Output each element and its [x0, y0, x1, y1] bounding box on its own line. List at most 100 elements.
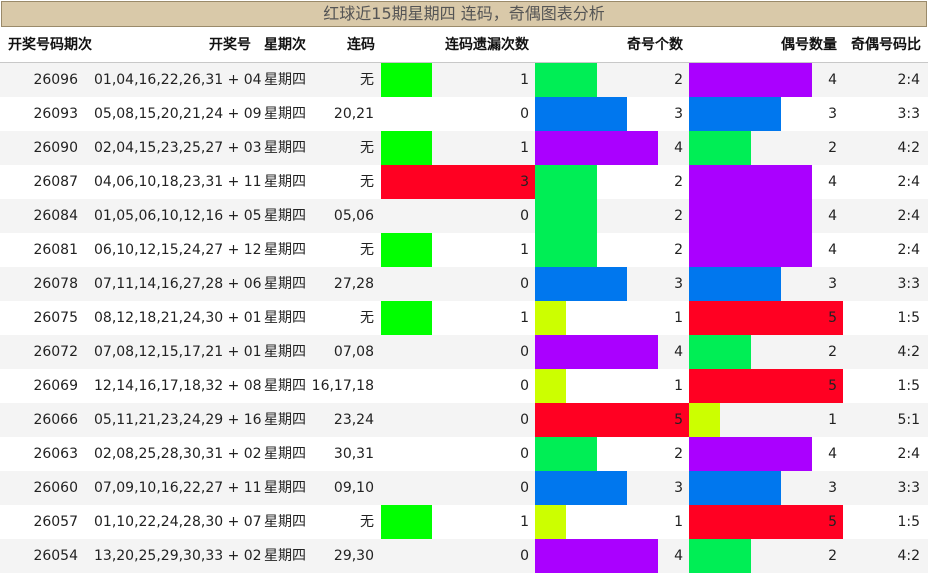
cell-lianma: 无 — [360, 72, 374, 88]
cell-even: 4 — [828, 208, 837, 224]
cell-lianma: 29,30 — [333, 548, 374, 564]
cell-numbers: 01,04,16,22,26,31 + 04 — [94, 72, 262, 88]
cell-ratio: 1:5 — [897, 378, 920, 394]
cell-ratio: 1:5 — [897, 310, 920, 326]
cell-odd: 5 — [674, 412, 683, 428]
cell-odd: 3 — [674, 106, 683, 122]
cell-numbers: 05,08,15,20,21,24 + 09 — [94, 106, 262, 122]
cell-ratio: 4:2 — [897, 548, 920, 564]
cell-odd: 2 — [674, 72, 683, 88]
header-qi: 开奖号码期次 — [8, 37, 92, 53]
cell-ratio: 1:5 — [897, 514, 920, 530]
table-row: 26093 05,08,15,20,21,24 + 09 星期四 20,21 0 3 3 3:… — [0, 97, 928, 131]
cell-qi: 26084 — [33, 208, 78, 224]
cell-miss: 0 — [520, 276, 529, 292]
cell-qi: 26087 — [33, 174, 78, 190]
cell-even: 2 — [828, 344, 837, 360]
cell-even: 4 — [828, 72, 837, 88]
cell-odd: 3 — [674, 276, 683, 292]
cell-numbers: 12,14,16,17,18,32 + 08 — [94, 378, 262, 394]
cell-qi: 26090 — [33, 140, 78, 156]
cell-lianma: 05,06 — [333, 208, 374, 224]
cell-ratio: 2:4 — [897, 242, 920, 258]
cell-lianma: 20,21 — [333, 106, 374, 122]
table-row: 26084 01,05,06,10,12,16 + 05 星期四 05,06 0 2 4 2:… — [0, 199, 928, 233]
cell-qi: 26054 — [33, 548, 78, 564]
cell-ratio: 2:4 — [897, 174, 920, 190]
cell-ratio: 2:4 — [897, 72, 920, 88]
cell-lianma: 无 — [360, 140, 374, 156]
header-weekday: 星期次 — [264, 37, 306, 53]
cell-lianma: 30,31 — [333, 446, 374, 462]
cell-qi: 26075 — [33, 310, 78, 326]
cell-qi: 26078 — [33, 276, 78, 292]
cell-qi: 26057 — [33, 514, 78, 530]
cell-qi: 26096 — [33, 72, 78, 88]
table-row: 26090 02,04,15,23,25,27 + 03 星期四无 1 4 2 4:2 — [0, 131, 928, 165]
cell-ratio: 3:3 — [897, 276, 920, 292]
header-numbers: 开奖号 — [209, 37, 251, 53]
cell-lianma: 无 — [360, 310, 374, 326]
cell-ratio: 4:2 — [897, 344, 920, 360]
table-row: 26072 07,08,12,15,17,21 + 01 星期四 07,08 0 4 2 4:… — [0, 335, 928, 369]
table-row: 26087 04,06,10,18,23,31 + 11 星期四无 3 2 4 2:4 — [0, 165, 928, 199]
cell-ratio: 5:1 — [897, 412, 920, 428]
table-row: 26057 01,10,22,24,28,30 + 07 星期四无 1 1 5 1:5 — [0, 505, 928, 539]
cell-miss: 1 — [520, 140, 529, 156]
cell-miss: 0 — [520, 446, 529, 462]
cell-even: 2 — [828, 140, 837, 156]
cell-lianma: 16,17,18 — [311, 378, 374, 394]
cell-odd: 4 — [674, 344, 683, 360]
cell-numbers: 07,08,12,15,17,21 + 01 — [94, 344, 262, 360]
cell-odd: 2 — [674, 242, 683, 258]
table-row: 26078 07,11,14,16,27,28 + 06 星期四 27,28 0 3 3 3:… — [0, 267, 928, 301]
cell-numbers: 01,10,22,24,28,30 + 07 — [94, 514, 262, 530]
cell-odd: 2 — [674, 446, 683, 462]
cell-lianma: 无 — [360, 174, 374, 190]
cell-ratio: 2:4 — [897, 446, 920, 462]
cell-qi: 26081 — [33, 242, 78, 258]
table-row: 26063 02,08,25,28,30,31 + 02 星期四 30,31 0 2 4 2:… — [0, 437, 928, 471]
cell-lianma: 23,24 — [333, 412, 374, 428]
cell-numbers: 02,08,25,28,30,31 + 02 — [94, 446, 262, 462]
cell-qi: 26063 — [33, 446, 78, 462]
cell-odd: 2 — [674, 208, 683, 224]
table-row: 26096 01,04,16,22,26,31 + 04 星期四无 1 2 4 2:4 — [0, 63, 928, 97]
cell-ratio: 3:3 — [897, 480, 920, 496]
cell-even: 4 — [828, 446, 837, 462]
cell-even: 3 — [828, 480, 837, 496]
page-title: 红球近15期星期四 连码，奇偶图表分析 — [1, 1, 927, 27]
header-odd: 奇号个数 — [627, 37, 683, 53]
cell-lianma: 09,10 — [333, 480, 374, 496]
table-row: 26075 08,12,18,21,24,30 + 01 星期四无 1 1 5 1:5 — [0, 301, 928, 335]
cell-ratio: 4:2 — [897, 140, 920, 156]
cell-miss: 0 — [520, 106, 529, 122]
cell-lianma: 无 — [360, 514, 374, 530]
cell-miss: 1 — [520, 242, 529, 258]
table-row: 26069 12,14,16,17,18,32 + 08 星期四 16,17,18 0 1… — [0, 369, 928, 403]
header-ratio: 奇偶号码比 — [851, 37, 921, 53]
cell-even: 3 — [828, 276, 837, 292]
cell-even: 1 — [828, 412, 837, 428]
cell-even: 5 — [828, 378, 837, 394]
cell-miss: 0 — [520, 208, 529, 224]
cell-lianma: 无 — [360, 242, 374, 258]
cell-qi: 26072 — [33, 344, 78, 360]
cell-odd: 4 — [674, 140, 683, 156]
table-body: 26096 01,04,16,22,26,31 + 04 星期四无 1 2 4 2:4 260… — [0, 63, 928, 573]
cell-numbers: 06,10,12,15,24,27 + 12 — [94, 242, 262, 258]
cell-numbers: 05,11,21,23,24,29 + 16 — [94, 412, 262, 428]
cell-even: 5 — [828, 514, 837, 530]
cell-even: 2 — [828, 548, 837, 564]
cell-odd: 3 — [674, 480, 683, 496]
cell-even: 4 — [828, 242, 837, 258]
cell-miss: 1 — [520, 310, 529, 326]
cell-miss: 0 — [520, 548, 529, 564]
cell-miss: 0 — [520, 480, 529, 496]
cell-qi: 26093 — [33, 106, 78, 122]
cell-numbers: 02,04,15,23,25,27 + 03 — [94, 140, 262, 156]
cell-miss: 1 — [520, 72, 529, 88]
cell-numbers: 07,11,14,16,27,28 + 06 — [94, 276, 262, 292]
cell-odd: 1 — [674, 310, 683, 326]
header-lianma: 连码 — [347, 37, 375, 53]
